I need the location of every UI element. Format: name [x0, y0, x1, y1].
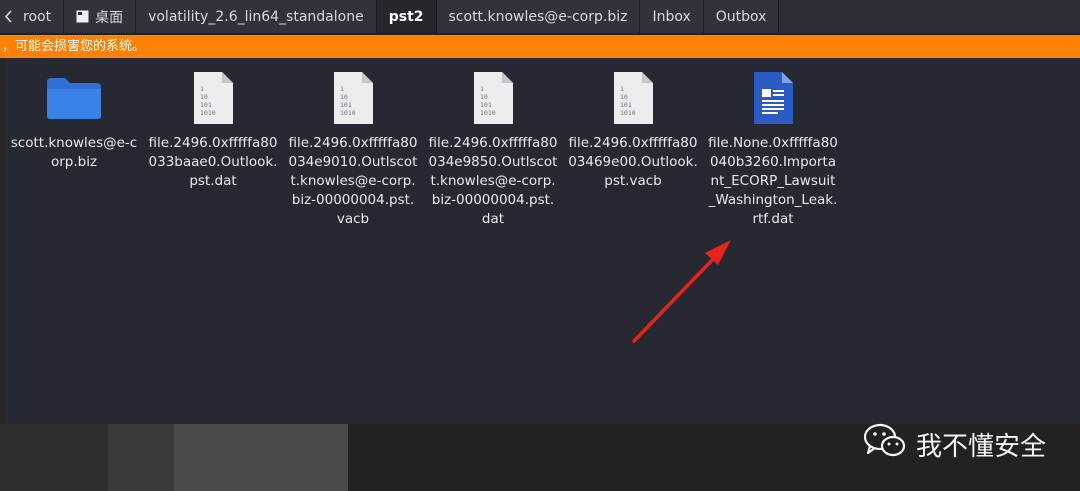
warning-text: ，可能会损害您的系统。	[2, 39, 146, 54]
file-item[interactable]: 1 10 101 1010 file.2496.0xfffffa80034e98…	[423, 68, 563, 229]
svg-text:101: 101	[480, 101, 492, 109]
svg-text:1010: 1010	[340, 109, 356, 117]
tab-pst2[interactable]: pst2	[376, 0, 437, 33]
document-icon	[743, 68, 803, 128]
svg-text:10: 10	[480, 93, 488, 101]
svg-text:101: 101	[200, 101, 212, 109]
file-item-label: scott.knowles@e-corp.biz	[10, 135, 138, 170]
arrow-left-icon	[4, 10, 17, 23]
tab-label: pst2	[388, 8, 424, 25]
tab-volatility[interactable]: volatility_2.6_lin64_standalone	[136, 0, 377, 33]
tab-inbox[interactable]: Inbox	[640, 0, 704, 33]
folder-icon	[44, 68, 104, 128]
svg-text:10: 10	[340, 93, 348, 101]
svg-text:1010: 1010	[620, 109, 636, 117]
svg-text:1: 1	[620, 85, 624, 93]
svg-text:1010: 1010	[480, 109, 496, 117]
tab-label: volatility_2.6_lin64_standalone	[148, 8, 364, 25]
file-view: scott.knowles@e-corp.biz 1 10 101 1010 f…	[5, 58, 1080, 424]
file-item-folder[interactable]: scott.knowles@e-corp.biz	[4, 68, 144, 172]
tab-label: Inbox	[652, 8, 691, 25]
tab-root[interactable]: root	[0, 0, 65, 33]
svg-text:101: 101	[340, 101, 352, 109]
svg-text:1: 1	[340, 85, 344, 93]
file-item[interactable]: 1 10 101 1010 file.2496.0xfffffa80033baa…	[143, 68, 283, 191]
svg-text:1: 1	[480, 85, 484, 93]
tab-label: scott.knowles@e-corp.biz	[448, 8, 628, 25]
binary-file-icon: 1 10 101 1010	[183, 68, 243, 128]
tab-label: Outbox	[715, 8, 767, 25]
svg-text:1010: 1010	[200, 109, 216, 117]
binary-file-icon: 1 10 101 1010	[323, 68, 383, 128]
tab-label: 桌面	[95, 9, 124, 26]
tab-bar-filler	[779, 0, 1080, 33]
svg-text:1: 1	[200, 85, 204, 93]
watermark-text: 我不懂安全	[916, 431, 1047, 462]
desktop-icon	[76, 10, 89, 23]
tab-desktop[interactable]: 桌面	[64, 0, 137, 33]
wechat-icon	[863, 423, 906, 466]
binary-file-icon: 1 10 101 1010	[603, 68, 663, 128]
watermark: 我不懂安全	[863, 423, 1047, 466]
tab-scott-knowles[interactable]: scott.knowles@e-corp.biz	[436, 0, 641, 33]
file-item-label: file.2496.0xfffffa80034e9850.Outlscott.k…	[428, 135, 558, 227]
warning-banner: ，可能会损害您的系统。	[0, 35, 1080, 58]
file-item-label: file.2496.0xfffffa80033baae0.Outlook.pst…	[148, 135, 278, 189]
file-item-document[interactable]: file.None.0xfffffa80040b3260.Important_E…	[703, 68, 843, 229]
file-item-label: file.None.0xfffffa80040b3260.Important_E…	[708, 135, 838, 227]
tab-label: root	[23, 8, 52, 25]
svg-text:101: 101	[620, 101, 632, 109]
svg-text:10: 10	[620, 93, 628, 101]
svg-text:10: 10	[200, 93, 208, 101]
file-item-label: file.2496.0xfffffa80034e9010.Outlscott.k…	[288, 135, 418, 227]
file-item[interactable]: 1 10 101 1010 file.2496.0xfffffa80034e90…	[283, 68, 423, 229]
file-item[interactable]: 1 10 101 1010 file.2496.0xfffffa8003469e…	[563, 68, 703, 191]
file-item-label: file.2496.0xfffffa8003469e00.Outlook.pst…	[568, 135, 698, 189]
tab-bar: root 桌面 volatility_2.6_lin64_standalone …	[0, 0, 1080, 34]
binary-file-icon: 1 10 101 1010	[463, 68, 523, 128]
tab-outbox[interactable]: Outbox	[703, 0, 780, 33]
